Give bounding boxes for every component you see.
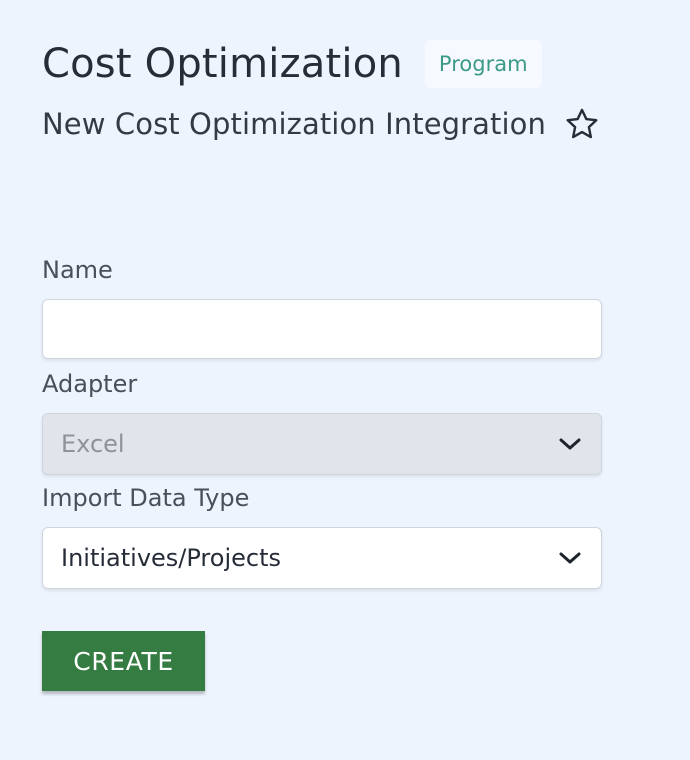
create-button[interactable]: CREATE [42,631,205,691]
adapter-select[interactable]: Excel [42,413,602,475]
name-label: Name [42,256,113,284]
star-outline-icon[interactable] [564,106,600,142]
type-badge: Program [424,40,542,88]
chevron-down-icon [557,548,583,568]
chevron-down-icon [557,434,583,454]
adapter-select-value: Excel [61,430,125,458]
page-title: Cost Optimization [42,41,403,87]
import-data-type-select-value: Initiatives/Projects [61,544,281,572]
adapter-label: Adapter [42,370,138,398]
import-data-type-label: Import Data Type [42,484,250,512]
page-header: Cost Optimization Program [42,38,542,90]
name-input[interactable] [42,299,602,359]
subtitle-row: New Cost Optimization Integration [42,102,600,146]
page-subtitle: New Cost Optimization Integration [42,107,546,141]
import-data-type-select[interactable]: Initiatives/Projects [42,527,602,589]
